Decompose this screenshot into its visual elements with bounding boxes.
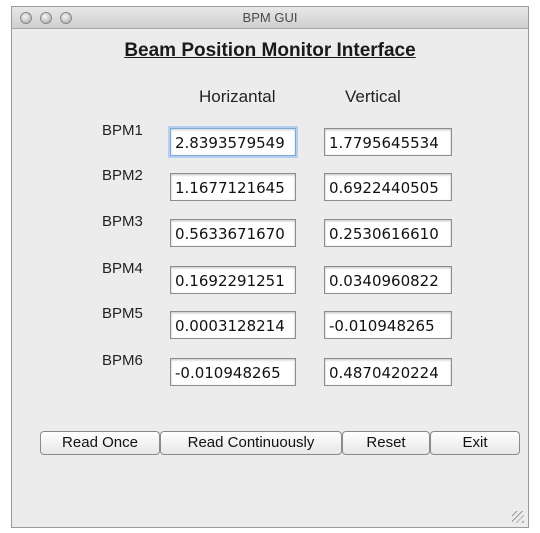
page-title: Beam Position Monitor Interface	[124, 40, 416, 61]
bpm5-vertical-field[interactable]: -0.010948265	[324, 311, 452, 339]
reset-button[interactable]: Reset	[342, 431, 430, 455]
horizontal-column-header: Horizantal	[199, 87, 276, 106]
bpm2-vertical-field[interactable]: 0.6922440505	[324, 173, 452, 201]
window-title: BPM GUI	[242, 10, 298, 25]
bpm6-label: BPM6	[102, 352, 143, 369]
bpm2-horizontal-field[interactable]: 1.1677121645	[170, 173, 296, 201]
bpm3-horizontal-field[interactable]: 0.5633671670	[170, 219, 296, 247]
vertical-column-header: Vertical	[345, 87, 401, 106]
bpm5-horizontal-field[interactable]: 0.0003128214	[170, 311, 296, 339]
title-bar[interactable]: BPM GUI	[12, 7, 528, 29]
bpm6-horizontal-field[interactable]: -0.010948265	[170, 358, 296, 386]
read-continuously-button[interactable]: Read Continuously	[160, 431, 342, 455]
bpm4-label: BPM4	[102, 260, 143, 277]
bpm1-vertical-field[interactable]: 1.7795645534	[324, 128, 452, 156]
exit-button[interactable]: Exit	[430, 431, 520, 455]
bpm-gui-window: BPM GUI Beam Position Monitor Interface …	[11, 6, 529, 528]
bpm1-label: BPM1	[102, 122, 143, 139]
bpm4-horizontal-field[interactable]: 0.1692291251	[170, 266, 296, 294]
bpm4-vertical-field[interactable]: 0.0340960822	[324, 266, 452, 294]
bpm6-vertical-field[interactable]: 0.4870420224	[324, 358, 452, 386]
bpm5-label: BPM5	[102, 305, 143, 322]
bpm2-label: BPM2	[102, 167, 143, 184]
bpm3-vertical-field[interactable]: 0.2530616610	[324, 219, 452, 247]
bpm1-horizontal-field[interactable]: 2.8393579549	[170, 128, 296, 156]
read-once-button[interactable]: Read Once	[40, 431, 160, 455]
bpm3-label: BPM3	[102, 213, 143, 230]
resize-grip-icon[interactable]	[512, 511, 524, 523]
